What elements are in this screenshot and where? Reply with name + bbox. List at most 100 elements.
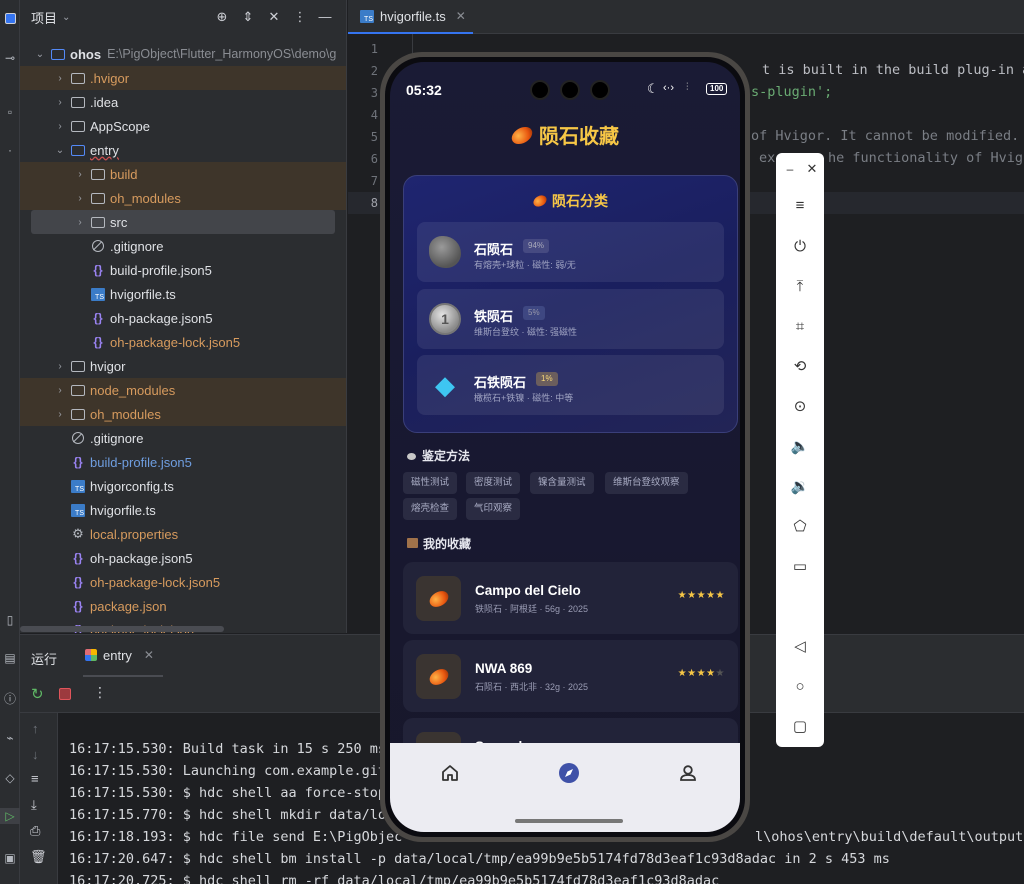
- collapse-all-icon[interactable]: ✕: [266, 9, 282, 25]
- close-icon[interactable]: ✕: [456, 9, 466, 23]
- tree-item[interactable]: TS hvigorfile.ts: [20, 282, 346, 306]
- git-tool-icon[interactable]: ◇: [0, 770, 20, 786]
- tree-item[interactable]: › build: [20, 162, 346, 186]
- collection-item-campo[interactable]: Campo del Cielo 铁陨石 · 阿根廷 · 56g · 2025 ★…: [403, 562, 738, 634]
- code-line-5[interactable]: of Hvigor. It cannot be modified.: [751, 128, 1019, 144]
- volume-down-icon[interactable]: 🔉: [790, 476, 810, 496]
- tree-item[interactable]: .gitignore: [20, 426, 346, 450]
- recents-icon[interactable]: ▢: [790, 716, 810, 736]
- tree-item[interactable]: {} oh-package.json5: [20, 546, 346, 570]
- code-line-3[interactable]: s-plugin';: [751, 84, 832, 100]
- chevron-down-icon[interactable]: ⌄: [32, 49, 48, 60]
- category-item-stony-iron[interactable]: ◆ 石铁陨石 1% 橄榄石+铁镍 · 磁性: 中等: [417, 355, 724, 415]
- chevron-right-icon[interactable]: ›: [52, 361, 68, 372]
- options-menu-icon[interactable]: ⋮: [292, 9, 308, 25]
- commit-tool-icon[interactable]: ⊸: [0, 50, 20, 66]
- problems-tool-icon[interactable]: ⓘ: [0, 690, 20, 706]
- collection-item-nwa869[interactable]: NWA 869 石陨石 · 西北非 · 32g · 2025 ★★★★★: [403, 640, 738, 712]
- more-tools-icon[interactable]: ·: [0, 142, 20, 158]
- tree-item[interactable]: {} oh-package.json5: [20, 306, 346, 330]
- soft-wrap-icon[interactable]: ≡: [31, 771, 39, 786]
- services-tool-icon[interactable]: ▤: [0, 650, 20, 666]
- tree-item[interactable]: {} build-profile.json5: [20, 450, 346, 474]
- stop-icon[interactable]: [59, 688, 71, 700]
- chevron-down-icon[interactable]: ⌄: [52, 145, 68, 156]
- home-icon[interactable]: [440, 763, 460, 783]
- tree-item[interactable]: › node_modules: [20, 378, 346, 402]
- tree-item[interactable]: › src: [31, 210, 335, 234]
- chevron-right-icon[interactable]: ›: [72, 217, 88, 228]
- volume-up-icon[interactable]: 🔈: [790, 436, 810, 456]
- scroll-to-end-icon[interactable]: ⤓: [31, 797, 37, 813]
- profile-icon[interactable]: [678, 763, 698, 783]
- scroll-up-icon[interactable]: ↑: [32, 721, 39, 736]
- tree-item[interactable]: ⚙ local.properties: [20, 522, 346, 546]
- tree-item[interactable]: ⌄ entry: [20, 138, 346, 162]
- rotate-device-icon[interactable]: ⬠: [790, 516, 810, 536]
- category-item-stony[interactable]: 石陨石 94% 有熔壳+球粒 · 磁性: 弱/无: [417, 222, 724, 282]
- close-icon[interactable]: ✕: [802, 159, 822, 179]
- tree-item[interactable]: .gitignore: [20, 234, 346, 258]
- code-line-6a[interactable]: ex: [759, 150, 775, 166]
- terminal-tool-icon[interactable]: ⌁: [0, 730, 20, 746]
- close-icon[interactable]: ✕: [144, 648, 154, 662]
- compass-icon[interactable]: [558, 762, 580, 784]
- chip-magnetic[interactable]: 磁性测试: [403, 472, 458, 494]
- menu-icon[interactable]: ≡: [790, 195, 810, 215]
- tree-item[interactable]: › oh_modules: [20, 186, 346, 210]
- trash-icon[interactable]: 🗑: [30, 849, 47, 865]
- run-tool-icon[interactable]: ▷: [0, 808, 20, 824]
- tree-item[interactable]: TS hvigorfile.ts: [20, 498, 346, 522]
- run-tab-label[interactable]: 运行: [31, 649, 57, 668]
- tree-item[interactable]: {} oh-package-lock.json5: [20, 570, 346, 594]
- hide-panel-icon[interactable]: —: [317, 9, 333, 24]
- chip-regmaglypt[interactable]: 气印观察: [466, 498, 521, 520]
- chevron-down-icon[interactable]: ⌄: [62, 12, 70, 23]
- scroll-down-icon[interactable]: ↓: [32, 747, 39, 762]
- screen-record-icon[interactable]: ⊙: [790, 396, 810, 416]
- tree-item[interactable]: › oh_modules: [20, 402, 346, 426]
- more-options-icon[interactable]: ⋮: [93, 684, 107, 701]
- tree-item[interactable]: {} build-profile.json5: [20, 258, 346, 282]
- chip-fusion-crust[interactable]: 熔壳检查: [403, 498, 458, 520]
- chevron-right-icon[interactable]: ›: [72, 193, 88, 204]
- screenshot-icon[interactable]: ▭: [790, 556, 810, 576]
- structure-tool-icon[interactable]: ▫: [0, 104, 20, 120]
- expand-all-icon[interactable]: ⇕: [240, 9, 256, 25]
- chevron-right-icon[interactable]: ›: [72, 169, 88, 180]
- tab-entry[interactable]: entry ✕: [83, 635, 163, 677]
- chip-density[interactable]: 密度测试: [466, 472, 521, 494]
- tree-root-ohos[interactable]: ⌄ ohos E:\PigObject\Flutter_HarmonyOS\de…: [20, 42, 346, 66]
- chevron-right-icon[interactable]: ›: [52, 73, 68, 84]
- tree-item[interactable]: TS hvigorconfig.ts: [20, 474, 346, 498]
- chevron-right-icon[interactable]: ›: [52, 97, 68, 108]
- chip-widmanstatten[interactable]: 维斯台登纹观察: [605, 472, 688, 494]
- project-panel-title[interactable]: 项目: [31, 8, 57, 27]
- code-line-6b[interactable]: he functionality of Hvigor: [828, 150, 1024, 166]
- tree-item[interactable]: {} oh-package-lock.json5: [20, 330, 346, 354]
- chevron-right-icon[interactable]: ›: [52, 121, 68, 132]
- tree-item[interactable]: › .hvigor: [20, 66, 346, 90]
- tree-item[interactable]: {} package.json: [20, 594, 346, 618]
- code-line-2[interactable]: t is built in the build plug-in and: [762, 62, 1024, 78]
- bookmarks-tool-icon[interactable]: ▯: [0, 612, 20, 628]
- minimize-icon[interactable]: –: [780, 159, 800, 179]
- tab-hvigorfile[interactable]: TS hvigorfile.ts ✕: [348, 0, 473, 34]
- tree-item[interactable]: › AppScope: [20, 114, 346, 138]
- home-button-icon[interactable]: ○: [790, 676, 810, 696]
- upload-icon[interactable]: ⤒: [790, 276, 810, 296]
- power-icon[interactable]: ⏻: [790, 236, 810, 256]
- chevron-right-icon[interactable]: ›: [52, 409, 68, 420]
- chip-nickel[interactable]: 镍含量测试: [530, 472, 594, 494]
- horizontal-scrollbar[interactable]: [20, 626, 224, 632]
- chevron-right-icon[interactable]: ›: [52, 385, 68, 396]
- back-icon[interactable]: ◁: [790, 636, 810, 656]
- tree-item[interactable]: › hvigor: [20, 354, 346, 378]
- print-icon[interactable]: ⎙: [30, 823, 40, 839]
- tree-item[interactable]: › .idea: [20, 90, 346, 114]
- category-item-iron[interactable]: 1 铁陨石 5% 维斯台登纹 · 磁性: 强磁性: [417, 289, 724, 349]
- rotate-icon[interactable]: ⟲: [790, 356, 810, 376]
- home-indicator[interactable]: [515, 819, 623, 823]
- crop-icon[interactable]: ⌗: [790, 316, 810, 336]
- rerun-icon[interactable]: ↻: [31, 685, 44, 703]
